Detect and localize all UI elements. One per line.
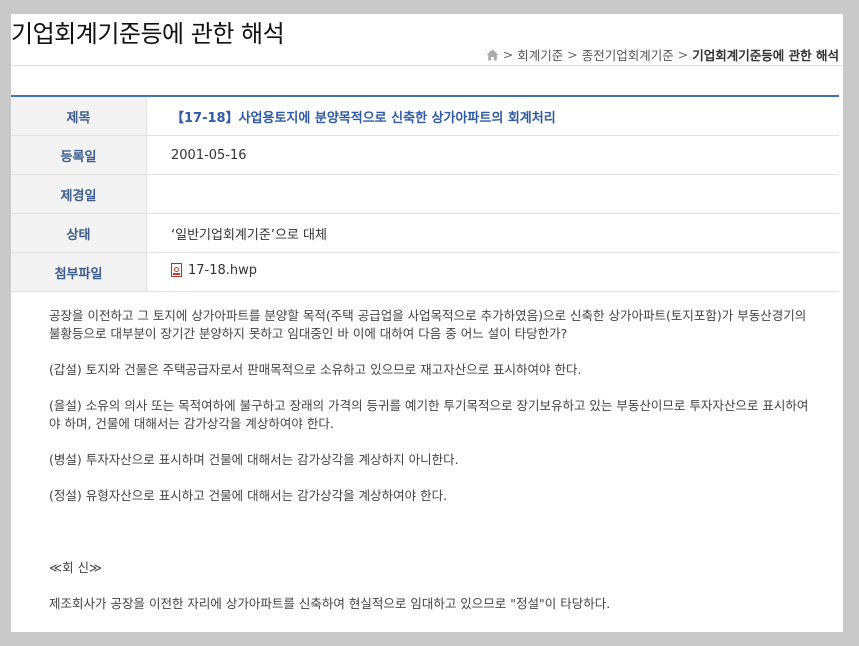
table-row-title: 제목 【17-18】사업용토지에 분양목적으로 신축한 상가아파트의 회계처리 <box>11 96 839 136</box>
breadcrumb-former-standards[interactable]: 종전기업회계기준 <box>582 45 674 64</box>
attachment-link[interactable]: 17-18.hwp <box>171 263 257 278</box>
question-paragraph: 공장을 이전하고 그 토지에 상가아파트를 분양할 목적(주택 공급업을 사업목… <box>49 308 807 341</box>
info-table: 제목 【17-18】사업용토지에 분양목적으로 신축한 상가아파트의 회계처리 … <box>11 95 839 292</box>
page-title: 기업회계기준등에 관한 해석 <box>11 20 285 48</box>
table-row-registered-date: 등록일 2001-05-16 <box>11 135 839 175</box>
breadcrumb-separator: > <box>502 47 514 62</box>
interpretation-body: 공장을 이전하고 그 토지에 상가아파트를 분양할 목적(주택 공급업을 사업목… <box>49 307 809 631</box>
breadcrumb-separator: > <box>677 47 689 62</box>
page-container: 기업회계기준등에 관한 해석 > 회계기준 > 종전기업회계기준 > 기업회계기… <box>11 14 843 632</box>
opinion-a: (갑설) 토지와 건물은 주택공급자로서 판매목적으로 소유하고 있으므로 재고… <box>49 362 582 377</box>
table-row-revision-date: 제경일 <box>11 174 839 214</box>
breadcrumb-current: 기업회계기준등에 관한 해석 <box>692 48 839 63</box>
table-row-attachment: 첨부파일 17-18.hwp <box>11 252 839 292</box>
reply-heading: ≪회 신≫ <box>49 560 103 575</box>
attachment-filename: 17-18.hwp <box>188 262 258 278</box>
row-label-attachment: 첨부파일 <box>11 252 147 292</box>
breadcrumb-accounting-standards[interactable]: 회계기준 <box>517 45 563 64</box>
table-row-status: 상태 ‘일반기업회계기준’으로 대체 <box>11 213 839 253</box>
row-value-attachment: 17-18.hwp <box>146 252 839 292</box>
hwp-file-icon <box>171 263 182 278</box>
opinion-d: (정설) 유형자산으로 표시하고 건물에 대해서는 감가상각을 계상하여야 한다… <box>49 488 448 503</box>
row-value-revision-date <box>146 174 839 214</box>
header-divider <box>11 65 843 66</box>
row-value-title: 【17-18】사업용토지에 분양목적으로 신축한 상가아파트의 회계처리 <box>146 96 839 136</box>
row-label-title: 제목 <box>11 96 147 136</box>
opinion-b: (을설) 소유의 의사 또는 목적여하에 불구하고 장래의 가격의 등귀를 예기… <box>49 398 809 431</box>
row-value-registered-date: 2001-05-16 <box>146 135 839 175</box>
row-label-registered-date: 등록일 <box>11 135 147 175</box>
home-icon[interactable] <box>486 49 499 61</box>
row-value-status: ‘일반기업회계기준’으로 대체 <box>146 213 839 253</box>
row-label-status: 상태 <box>11 213 147 253</box>
row-label-revision-date: 제경일 <box>11 174 147 214</box>
breadcrumb: > 회계기준 > 종전기업회계기준 > 기업회계기준등에 관한 해석 <box>486 45 839 64</box>
breadcrumb-separator: > <box>567 47 578 62</box>
reply-paragraph: 제조회사가 공장을 이전한 자리에 상가아파트를 신축하여 현실적으로 임대하고… <box>49 596 611 611</box>
opinion-c: (병설) 투자자산으로 표시하며 건물에 대해서는 감가상각을 계상하지 아니한… <box>49 452 459 467</box>
